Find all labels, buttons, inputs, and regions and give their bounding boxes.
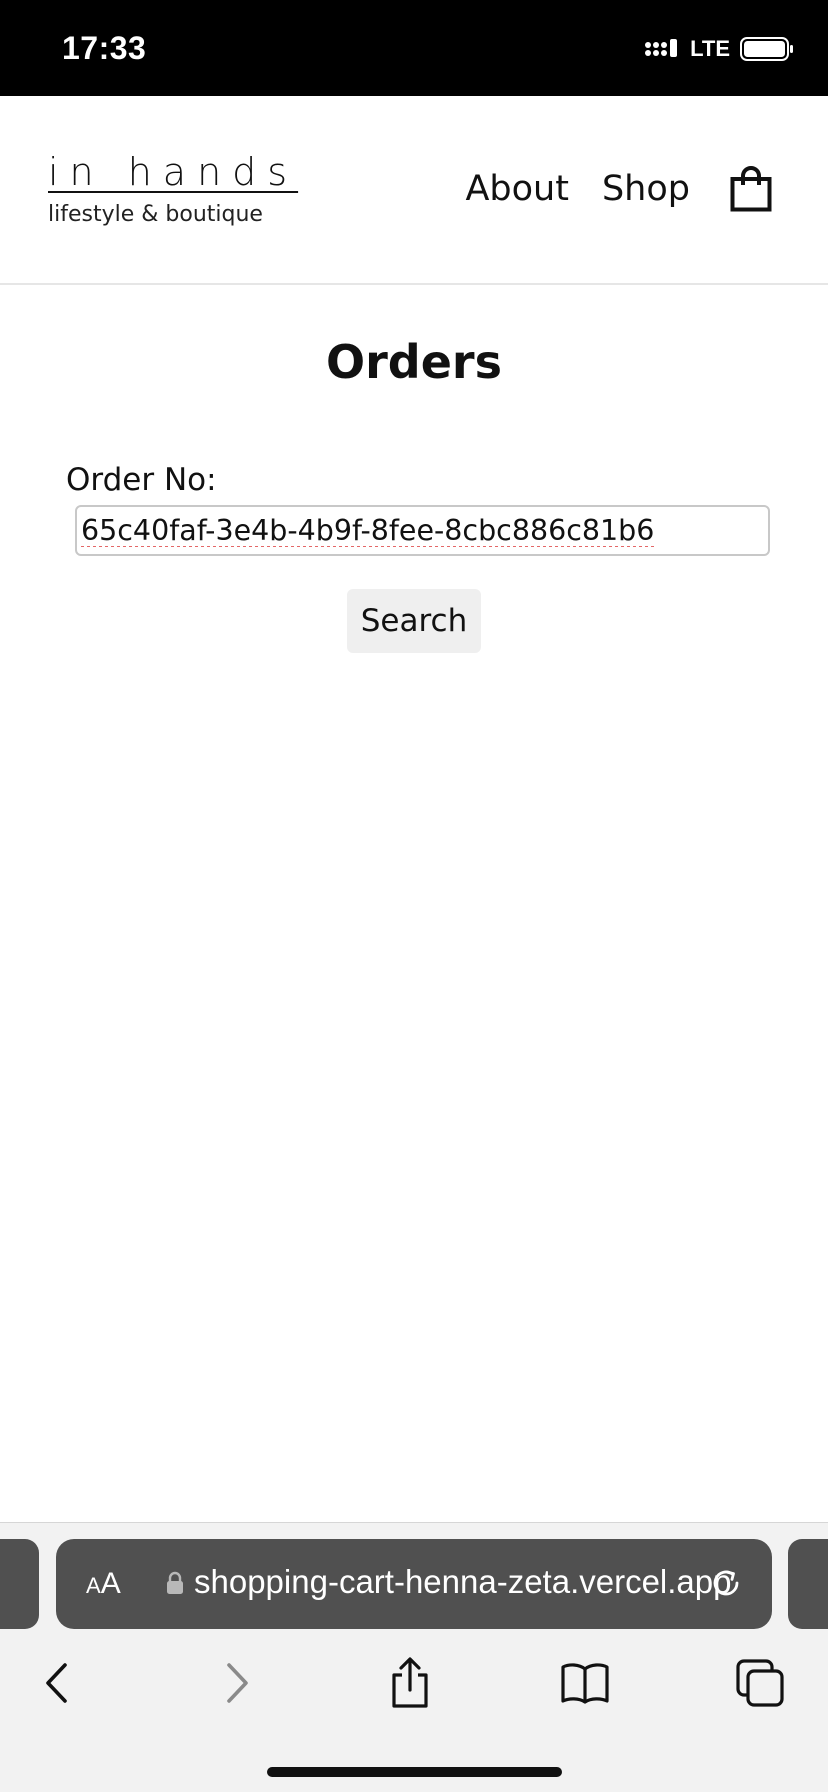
url-text: shopping-cart-henna-zeta.vercel.app — [194, 1563, 732, 1600]
browser-chrome: AA shopping-cart-henna-zeta.vercel.app — [0, 1522, 828, 1792]
cart-button[interactable] — [730, 166, 772, 212]
next-tab-preview[interactable] — [788, 1539, 828, 1629]
nav-link-about[interactable]: About — [465, 169, 568, 209]
page-title: Orders — [326, 335, 502, 389]
forward-button[interactable] — [202, 1648, 272, 1718]
url-display[interactable]: shopping-cart-henna-zeta.vercel.app — [194, 1563, 744, 1601]
reader-aa-large: A — [100, 1567, 121, 1600]
lock-icon — [167, 1571, 183, 1594]
address-bar[interactable]: AA shopping-cart-henna-zeta.vercel.app — [56, 1539, 772, 1629]
network-type: LTE — [690, 36, 730, 61]
nav-link-shop[interactable]: Shop — [602, 169, 690, 209]
battery-icon — [740, 37, 793, 61]
shopping-bag-icon — [730, 166, 772, 212]
site-header: in hands lifestyle & boutique About Shop — [0, 96, 828, 285]
back-button[interactable] — [22, 1648, 92, 1718]
previous-tab-preview[interactable] — [0, 1539, 39, 1629]
share-icon — [392, 1657, 428, 1708]
signal-icon — [645, 39, 678, 57]
status-indicators: LTE — [644, 36, 794, 62]
logo-subtitle: lifestyle & boutique — [48, 201, 263, 227]
status-time: 17:33 — [62, 30, 147, 66]
tabs-button[interactable] — [725, 1648, 795, 1718]
bookmarks-button[interactable] — [550, 1648, 620, 1718]
logo-title: in hands — [48, 150, 299, 194]
back-icon — [46, 1663, 67, 1703]
reader-settings-button[interactable]: AA — [86, 1567, 121, 1601]
reload-icon[interactable] — [708, 1565, 744, 1601]
bookmarks-icon — [561, 1663, 609, 1704]
share-button[interactable] — [375, 1648, 445, 1718]
browser-toolbar — [0, 1648, 828, 1748]
forward-icon — [227, 1663, 248, 1703]
search-button[interactable]: Search — [347, 589, 481, 653]
site-logo[interactable]: in hands lifestyle & boutique — [48, 150, 299, 227]
reader-aa-small: A — [86, 1573, 101, 1598]
status-bar: 17:33 LTE — [0, 0, 828, 96]
home-indicator — [267, 1767, 562, 1777]
main-nav: About Shop — [465, 166, 772, 212]
order-number-input[interactable] — [75, 505, 770, 556]
order-number-label: Order No: — [66, 462, 217, 498]
tabs-icon — [736, 1659, 784, 1707]
